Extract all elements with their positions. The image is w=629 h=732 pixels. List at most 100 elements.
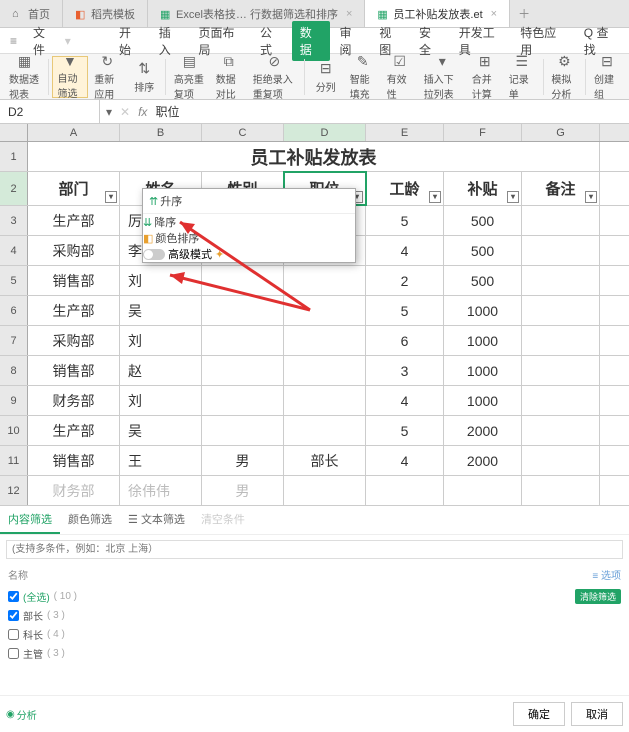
- cell-dept[interactable]: 销售部: [28, 266, 120, 295]
- filter-checkbox[interactable]: [8, 629, 19, 640]
- cell-note[interactable]: [522, 296, 600, 325]
- row-header[interactable]: 4: [0, 236, 28, 265]
- cell-age[interactable]: 4: [366, 386, 444, 415]
- row-header[interactable]: 1: [0, 142, 28, 171]
- col-header-B[interactable]: B: [120, 124, 202, 141]
- fx-dropdown-icon[interactable]: ▾: [106, 105, 112, 119]
- ribbon-pivot[interactable]: ▦数据透视表: [4, 56, 45, 98]
- row-header[interactable]: 6: [0, 296, 28, 325]
- ribbon-group[interactable]: ⊟创建组: [589, 56, 625, 98]
- cell-subsidy[interactable]: 2000: [444, 416, 522, 445]
- cell-age[interactable]: 6: [366, 326, 444, 355]
- cell-dept[interactable]: 财务部: [28, 386, 120, 415]
- ok-button[interactable]: 确定: [513, 702, 565, 726]
- menu-start[interactable]: 开始: [111, 21, 149, 61]
- row-header[interactable]: 5: [0, 266, 28, 295]
- ribbon-sort[interactable]: ⇅排序: [126, 56, 162, 98]
- filter-dropdown-icon[interactable]: ▾: [105, 191, 117, 203]
- ribbon-valid[interactable]: ☑有效性: [382, 56, 418, 98]
- cell-dept[interactable]: 生产部: [28, 296, 120, 325]
- menu-data[interactable]: 数据: [292, 21, 330, 61]
- close-icon[interactable]: ×: [346, 8, 352, 20]
- header-age[interactable]: 工龄▾: [366, 172, 444, 205]
- cell-subsidy[interactable]: 500: [444, 236, 522, 265]
- cell-name[interactable]: 刘: [120, 266, 202, 295]
- cell-dept[interactable]: 财务部: [28, 476, 120, 505]
- ribbon-dup[interactable]: ▤高亮重复项: [169, 56, 210, 98]
- ribbon-dropdown[interactable]: ▾插入下拉列表: [419, 56, 466, 98]
- col-header-F[interactable]: F: [444, 124, 522, 141]
- cell-name[interactable]: 赵: [120, 356, 202, 385]
- close-icon[interactable]: ×: [491, 8, 497, 20]
- cell-age[interactable]: 2: [366, 266, 444, 295]
- ribbon-record[interactable]: ☰记录单: [504, 56, 540, 98]
- options-link[interactable]: ≡ 选项: [592, 567, 621, 582]
- col-header-A[interactable]: A: [28, 124, 120, 141]
- ribbon-simulate[interactable]: ⚙模拟分析: [546, 56, 582, 98]
- cell-pos[interactable]: [284, 356, 366, 385]
- cell-dept[interactable]: 销售部: [28, 446, 120, 475]
- cell-age[interactable]: 5: [366, 206, 444, 235]
- row-header[interactable]: 9: [0, 386, 28, 415]
- ribbon-reapply[interactable]: ↻重新应用: [89, 56, 125, 98]
- name-box[interactable]: D2: [0, 100, 100, 123]
- filter-dropdown-icon[interactable]: ▾: [507, 191, 519, 203]
- cell-age[interactable]: 4: [366, 236, 444, 265]
- cell-subsidy[interactable]: 1000: [444, 356, 522, 385]
- cell-dept[interactable]: 生产部: [28, 416, 120, 445]
- fx-icon[interactable]: fx: [138, 105, 147, 119]
- cell-subsidy[interactable]: 500: [444, 206, 522, 235]
- advanced-mode-toggle[interactable]: 高级模式✦: [143, 246, 355, 262]
- cancel-button[interactable]: 取消: [571, 702, 623, 726]
- cell-subsidy[interactable]: 1000: [444, 296, 522, 325]
- cell-sex[interactable]: [202, 386, 284, 415]
- filter-tab-text[interactable]: ☰ 文本筛选: [120, 506, 193, 534]
- col-header-E[interactable]: E: [366, 124, 444, 141]
- cell-note[interactable]: [522, 206, 600, 235]
- cell-note[interactable]: [522, 446, 600, 475]
- col-header-G[interactable]: G: [522, 124, 600, 141]
- cell-subsidy[interactable]: 1000: [444, 326, 522, 355]
- ribbon-reject[interactable]: ⊘拒绝录入重复项: [248, 56, 301, 98]
- filter-search-input[interactable]: [6, 540, 623, 559]
- cell-sex[interactable]: [202, 266, 284, 295]
- cell-age[interactable]: 3: [366, 356, 444, 385]
- cell-subsidy[interactable]: 1000: [444, 386, 522, 415]
- filter-checkbox[interactable]: [8, 610, 19, 621]
- cell-note[interactable]: [522, 476, 600, 505]
- sort-asc-button[interactable]: ⇈升序: [149, 193, 182, 209]
- filter-checkbox[interactable]: [8, 591, 19, 602]
- filter-dropdown-icon[interactable]: ▾: [585, 191, 597, 203]
- cell-name[interactable]: 刘: [120, 386, 202, 415]
- cell-name[interactable]: 王: [120, 446, 202, 475]
- ribbon-fill[interactable]: ✎智能填充: [345, 56, 381, 98]
- filter-checkbox[interactable]: [8, 648, 19, 659]
- cell-note[interactable]: [522, 236, 600, 265]
- row-header[interactable]: 10: [0, 416, 28, 445]
- cell-age[interactable]: [366, 476, 444, 505]
- cell-subsidy[interactable]: 500: [444, 266, 522, 295]
- filter-dropdown-icon[interactable]: ▾: [429, 191, 441, 203]
- ribbon-split[interactable]: ⊟分列: [308, 56, 344, 98]
- cell-note[interactable]: [522, 416, 600, 445]
- cell-sex[interactable]: 男: [202, 446, 284, 475]
- sort-color-button[interactable]: ◧颜色排序: [143, 230, 355, 246]
- filter-tab-content[interactable]: 内容筛选: [0, 506, 60, 534]
- cell-name[interactable]: 吴: [120, 296, 202, 325]
- cell-note[interactable]: [522, 326, 600, 355]
- cell-dept[interactable]: 采购部: [28, 326, 120, 355]
- row-header[interactable]: 12: [0, 476, 28, 505]
- cell-dept[interactable]: 生产部: [28, 206, 120, 235]
- cell-sex[interactable]: [202, 326, 284, 355]
- filter-item[interactable]: 部长 ( 3 ): [8, 606, 621, 625]
- filter-item[interactable]: 主管 ( 3 ): [8, 644, 621, 663]
- cell-pos[interactable]: 部长: [284, 446, 366, 475]
- cell-subsidy[interactable]: 2000: [444, 446, 522, 475]
- ribbon-autofilter[interactable]: ▼自动筛选: [52, 56, 89, 98]
- title-cell[interactable]: 员工补贴发放表: [28, 142, 600, 171]
- cell-sex[interactable]: [202, 416, 284, 445]
- filter-item[interactable]: 科长 ( 4 ): [8, 625, 621, 644]
- cell-age[interactable]: 5: [366, 296, 444, 325]
- cell-sex[interactable]: [202, 356, 284, 385]
- cell-pos[interactable]: [284, 386, 366, 415]
